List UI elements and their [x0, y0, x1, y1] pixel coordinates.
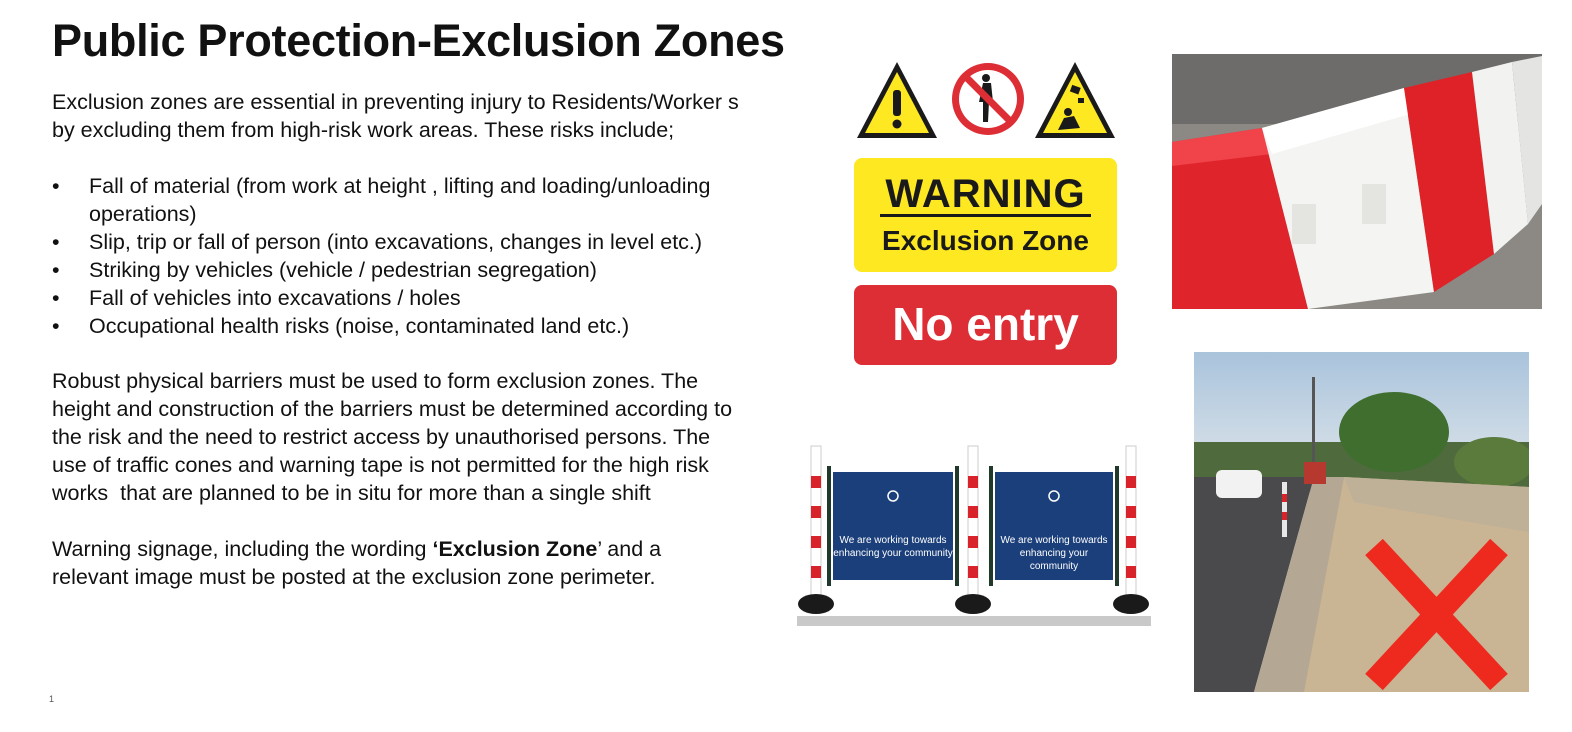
bullet: • — [52, 258, 60, 282]
banner-text: We are working towards — [1000, 535, 1108, 546]
paragraph-line: the risk and the need to restrict access… — [52, 425, 711, 449]
banner-text: We are working towards — [839, 535, 947, 546]
page-number: 1 — [49, 694, 55, 704]
list-item: • Striking by vehicles (vehicle / pedestr… — [52, 256, 792, 284]
safety-icons-row — [857, 62, 1115, 138]
roadside-illustration — [1194, 352, 1529, 692]
signage-paragraph: Warning signage, including the wording ‘… — [52, 535, 812, 591]
slide-title: Public Protection-Exclusion Zones — [52, 15, 785, 66]
list-item: • Fall of material (from work at height ,… — [52, 172, 792, 228]
warning-exclusion-sign: WARNING Exclusion Zone — [854, 158, 1117, 272]
list-item: • Slip, trip or fall of person (into exca… — [52, 228, 792, 256]
banner-left: We are working towards enhancing your co… — [833, 534, 953, 560]
risk-text: Fall of vehicles into excavations / hole… — [89, 286, 461, 310]
intro-paragraph: Exclusion zones are essential in prevent… — [52, 88, 812, 144]
emphasis-text: ‘Exclusion Zone — [432, 537, 598, 561]
risk-text: Slip, trip or fall of person (into excav… — [89, 230, 703, 254]
paragraph-text: ’ and a — [597, 537, 662, 561]
risk-text: Occupational health risks (noise, contam… — [89, 314, 630, 338]
list-item: • Occupational health risks (noise, conta… — [52, 312, 792, 340]
no-entry-text: No entry — [892, 298, 1079, 350]
barriers-paragraph: Robust physical barriers must be used to… — [52, 367, 812, 507]
no-entry-sign: No entry — [854, 285, 1117, 365]
risk-text: Striking by vehicles (vehicle / pedestri… — [89, 258, 597, 282]
intro-line: by excluding them from high-risk work ar… — [52, 118, 675, 142]
barriers-photo — [1172, 54, 1542, 309]
list-item: • Fall of vehicles into excavations / hol… — [52, 284, 792, 312]
bullet: • — [52, 314, 60, 338]
fence-illustration — [797, 445, 1151, 626]
warning-heading: WARNING — [885, 172, 1086, 216]
exclamation-warning-icon — [857, 62, 937, 138]
falling-objects-icon — [1035, 62, 1115, 138]
warning-subtitle: Exclusion Zone — [882, 225, 1089, 256]
banner-text: enhancing your community — [833, 548, 953, 559]
paragraph-line: height and construction of the barriers … — [52, 397, 733, 421]
paragraph-line: use of traffic cones and warning tape is… — [52, 453, 709, 477]
barriers-illustration — [1172, 54, 1542, 309]
banner-right: We are working towards enhancing your co… — [995, 534, 1113, 573]
banner-text: enhancing your community — [1019, 548, 1089, 572]
bullet: • — [52, 230, 60, 254]
paragraph-text: Warning signage, including the wording — [52, 537, 433, 561]
post-middle — [955, 445, 991, 614]
no-pedestrians-icon — [952, 63, 1024, 135]
bullet: • — [52, 174, 60, 198]
bullet: • — [52, 286, 60, 310]
fence-barrier-photo: We are working towards enhancing your co… — [797, 426, 1151, 626]
incorrect-practice-photo — [1194, 352, 1529, 692]
paragraph-line: Robust physical barriers must be used to… — [52, 369, 699, 393]
paragraph-line: relevant image must be posted at the exc… — [52, 565, 656, 589]
intro-line: Exclusion zones are essential in prevent… — [52, 90, 739, 114]
paragraph-line: works that are planned to be in situ for… — [52, 481, 651, 505]
warning-underline — [880, 214, 1091, 217]
risk-text: Fall of material (from work at height , … — [89, 174, 711, 226]
risk-list: • Fall of material (from work at height ,… — [52, 172, 792, 340]
